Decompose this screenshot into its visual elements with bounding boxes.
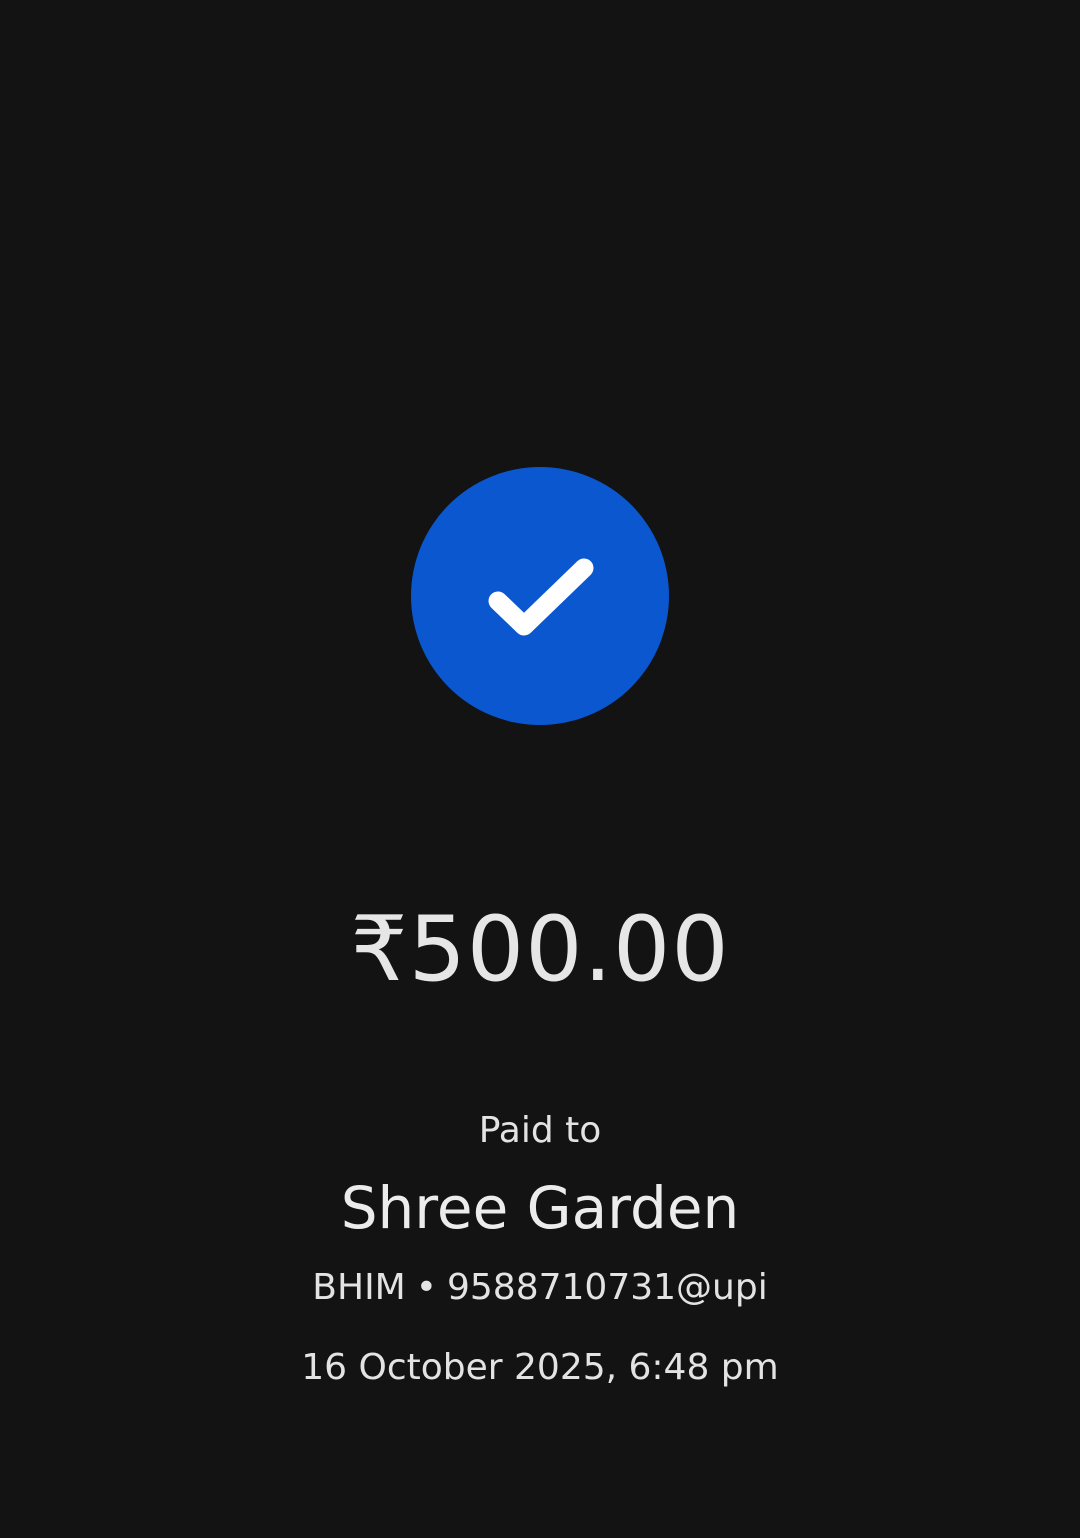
- separator-dot: •: [415, 1267, 437, 1308]
- payment-amount: ₹500.00: [350, 897, 730, 1002]
- payment-success-screen: ₹500.00 Paid to Shree Garden BHIM • 958871…: [0, 0, 1080, 1538]
- payee-name: Shree Garden: [340, 1174, 740, 1242]
- payee-upi-id: 9588710731@upi: [446, 1267, 768, 1308]
- payment-timestamp: 16 October 2025, 6:48 pm: [301, 1347, 779, 1388]
- payee-details: BHIM • 9588710731@upi: [0, 1264, 1080, 1312]
- success-badge: [411, 467, 669, 725]
- payee-bank: BHIM: [312, 1267, 406, 1308]
- check-icon: [411, 467, 669, 725]
- paid-to-label: Paid to: [478, 1110, 602, 1151]
